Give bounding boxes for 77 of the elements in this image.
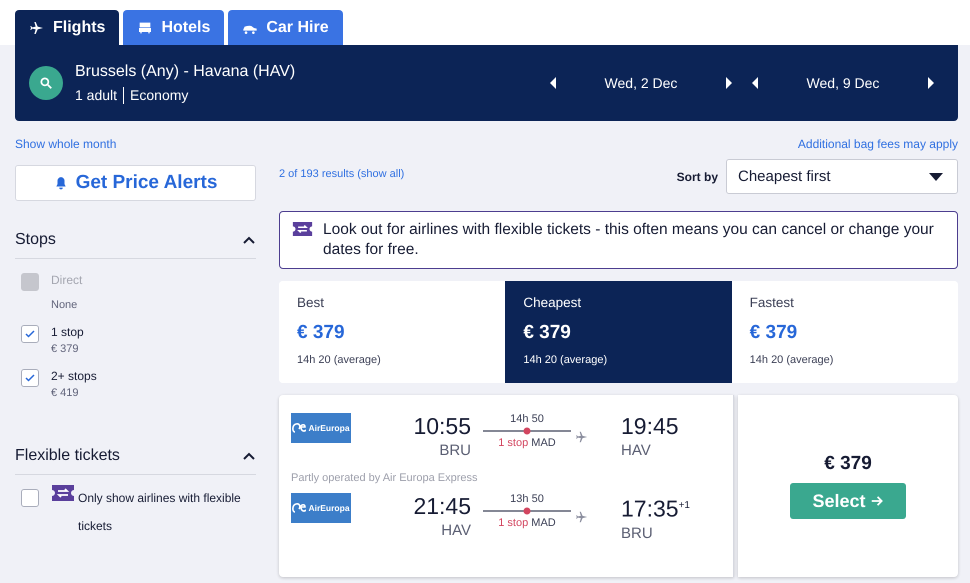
date-text: Wed, 2 Dec	[604, 75, 678, 91]
arrow-right-icon	[870, 494, 884, 508]
tab[interactable]: Hotels	[123, 10, 224, 45]
tab[interactable]: Car Hire	[228, 10, 343, 45]
results-count-link[interactable]: 2 of 193 results (show all)	[279, 168, 404, 180]
passengers-text: 1 adult	[75, 87, 118, 103]
filter-option-label: Direct	[51, 273, 82, 287]
airline-logo: AirEuropa	[291, 493, 351, 523]
filter-option-label: 1 stop	[51, 325, 84, 339]
checkbox[interactable]	[21, 325, 39, 343]
search-icon	[39, 76, 53, 90]
sort-tab-label: Best	[297, 295, 326, 310]
checkbox[interactable]	[21, 369, 39, 387]
stops-text: 1 stop MAD	[498, 437, 556, 449]
previous-icon	[548, 76, 558, 90]
show-whole-month-link[interactable]: Show whole month	[15, 137, 116, 151]
sort-tab-duration: 14h 20 (average)	[523, 354, 608, 366]
airport-code: HAV	[441, 522, 471, 539]
sort-tab[interactable]: Fastest € 379 14h 20 (average)	[732, 281, 958, 383]
departure-time: 10:55	[413, 413, 471, 439]
tab[interactable]: Flights	[15, 10, 120, 45]
price-text: € 379	[824, 453, 872, 475]
next-icon	[926, 76, 936, 90]
sort-tab-label: Cheapest	[523, 295, 582, 310]
caret-icon	[929, 172, 943, 180]
stops-text: 1 stop MAD	[498, 517, 556, 529]
filter-title: Stops	[15, 231, 56, 249]
sort-tab[interactable]: Cheapest € 379 14h 20 (average)	[505, 281, 732, 383]
previous-icon	[750, 76, 760, 90]
next-icon	[724, 76, 734, 90]
bell-icon	[54, 176, 68, 190]
route-text: Brussels (Any) - Havana (HAV)	[75, 62, 296, 80]
select-button[interactable]: Select	[790, 483, 906, 519]
checkbox[interactable]	[21, 489, 39, 507]
sort-tab-price: € 379	[750, 322, 798, 344]
collapse-icon	[242, 235, 256, 245]
departure-time: 21:45	[413, 493, 471, 519]
search-button[interactable]	[29, 66, 63, 100]
sort-tab-label: Fastest	[750, 295, 795, 310]
airport-code: HAV	[621, 442, 651, 459]
check-icon	[24, 328, 36, 340]
check-icon	[24, 372, 36, 384]
airline-logo: AirEuropa	[291, 413, 351, 443]
plane-icon	[575, 430, 589, 444]
sort-tab-price: € 379	[297, 322, 346, 344]
sort-tab-duration: 14h 20 (average)	[297, 354, 382, 366]
route-line-icon	[483, 425, 571, 437]
arrival-time: 19:45	[621, 413, 679, 439]
filter-option-label: Only show airlines with flexible tickets	[78, 490, 242, 535]
airport-code: BRU	[621, 524, 653, 542]
notice-text: Look out for airlines with flexible tickets - this often means you can cancel or change your dates for free.	[323, 220, 935, 260]
plane-icon	[575, 510, 589, 524]
route-line-icon	[483, 505, 571, 517]
flight-duration: 13h 50	[510, 493, 544, 505]
filter-option-label: 2+ stops	[51, 369, 97, 383]
filter-option-price: € 419	[51, 387, 80, 399]
filter-option-price: € 379	[51, 343, 80, 355]
ticket-icon	[292, 220, 313, 238]
sort-label: Sort by	[676, 170, 718, 184]
sort-tab-duration: 14h 20 (average)	[750, 354, 834, 366]
price-alerts-button[interactable]: Get Price Alerts	[15, 165, 256, 201]
bed-icon	[137, 20, 154, 36]
filter-option-price: None	[51, 299, 78, 311]
sort-tab[interactable]: Best € 379 14h 20 (average)	[279, 281, 506, 383]
cabin-text: Economy	[130, 87, 188, 103]
ticket-icon	[51, 484, 75, 502]
sort-dropdown[interactable]: Cheapest first	[726, 159, 958, 194]
sort-tab-price: € 379	[523, 322, 572, 344]
bag-fees-link[interactable]: Additional bag fees may apply	[798, 137, 958, 151]
operated-by-note: Partly operated by Air Europa Express	[291, 472, 478, 484]
plane-icon	[29, 20, 45, 36]
date-text: Wed, 9 Dec	[806, 75, 880, 91]
arrival-time: 17:35$^{+1}$	[621, 494, 690, 522]
airport-code: BRU	[439, 442, 471, 459]
collapse-icon	[242, 451, 256, 461]
filter-title: Flexible tickets	[15, 447, 120, 465]
flight-duration: 14h 50	[510, 413, 544, 425]
